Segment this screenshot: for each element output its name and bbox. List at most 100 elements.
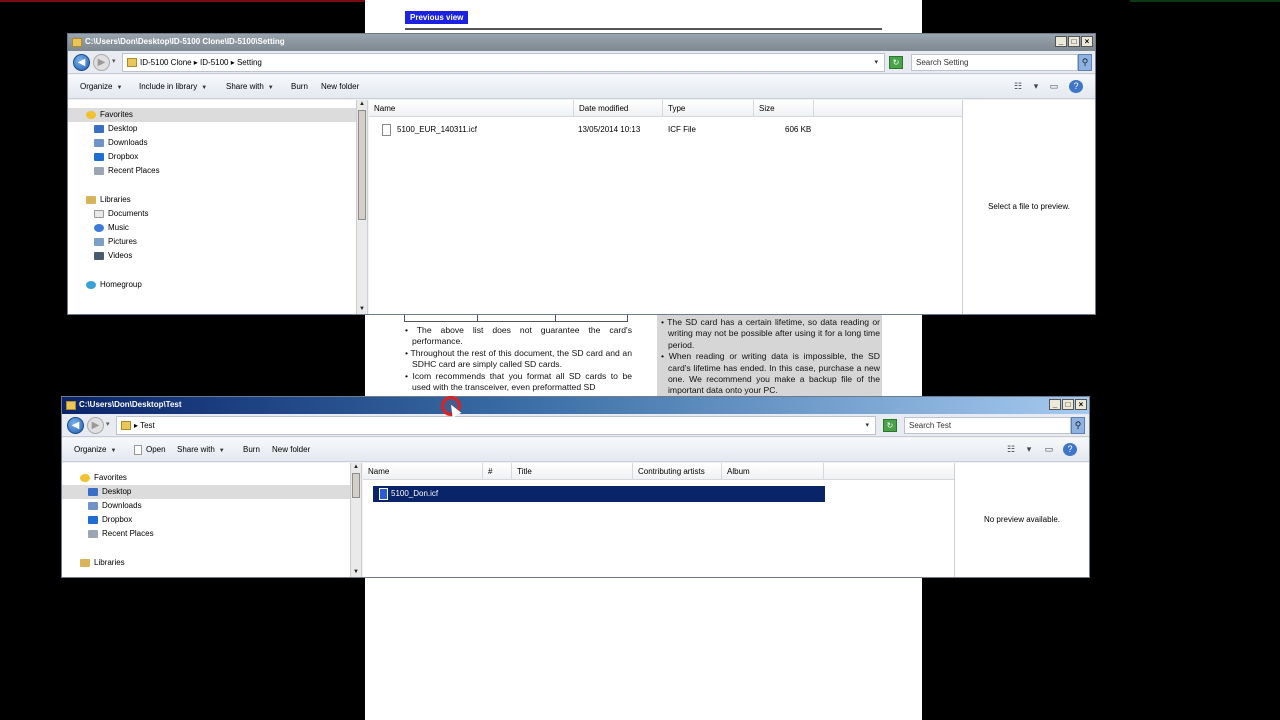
search-icon[interactable]: ⚲	[1078, 54, 1092, 71]
forward-button[interactable]: ▶	[87, 417, 104, 434]
address-bar[interactable]: ID-5100 Clone ▸ ID-5100 ▸ Setting ▾	[122, 53, 885, 72]
new-folder-button[interactable]: New folder	[321, 75, 359, 99]
back-button[interactable]: ◀	[67, 417, 84, 434]
preview-message: No preview available.	[983, 515, 1061, 524]
include-in-library-button[interactable]: Include in library ▼	[139, 75, 207, 99]
burn-button[interactable]: Burn	[243, 438, 260, 462]
view-options-icon[interactable]: ☷	[1004, 443, 1018, 456]
column-album[interactable]: Album	[722, 463, 824, 480]
address-path: ▸ Test	[134, 421, 155, 430]
nav-scrollbar[interactable]: ▲ ▼	[350, 463, 361, 577]
recent-pages-dropdown[interactable]: ▾	[112, 57, 116, 65]
nav-desktop[interactable]: Desktop	[62, 485, 352, 499]
column-type[interactable]: Type	[663, 100, 754, 117]
title-bar[interactable]: C:\Users\Don\Desktop\Test _ □ ×	[62, 397, 1089, 414]
address-row: ◀ ▶ ▾ ▸ Test ▾ ↻ Search Test ⚲	[62, 414, 1089, 437]
scroll-thumb[interactable]	[358, 110, 366, 220]
explorer-window-setting[interactable]: C:\Users\Don\Desktop\ID-5100 Clone\ID-51…	[67, 33, 1096, 315]
search-icon[interactable]: ⚲	[1071, 417, 1085, 434]
close-button[interactable]: ×	[1081, 36, 1093, 47]
scroll-down-icon[interactable]: ▼	[357, 305, 367, 314]
pdf-left-column: • The above list does not guarantee the …	[404, 325, 632, 393]
forward-button[interactable]: ▶	[93, 54, 110, 71]
scroll-up-icon[interactable]: ▲	[357, 100, 367, 109]
nav-label: Favorites	[100, 110, 133, 119]
column-name[interactable]: Name	[369, 100, 574, 117]
file-type: ICF File	[668, 125, 696, 134]
screen: Previous view • The above list does not …	[0, 0, 1280, 720]
downloads-icon	[88, 502, 98, 510]
file-size: 606 KB	[785, 125, 812, 134]
navigation-pane: Favorites Desktop Downloads Dropbox Rece…	[68, 100, 368, 314]
share-label: Share with	[177, 445, 215, 454]
view-options-icon[interactable]: ☷	[1011, 80, 1025, 93]
open-button[interactable]: Open	[134, 438, 166, 462]
scroll-thumb[interactable]	[352, 473, 360, 498]
recent-pages-dropdown[interactable]: ▾	[106, 420, 110, 428]
preview-pane: No preview available.	[954, 463, 1089, 577]
top-strip	[1130, 0, 1280, 2]
file-date: 13/05/2014 10:13	[578, 125, 641, 134]
view-dropdown-icon[interactable]: ▾	[1029, 80, 1043, 93]
address-bar[interactable]: ▸ Test ▾	[116, 416, 876, 435]
nav-label: Desktop	[108, 124, 138, 133]
nav-label: Downloads	[108, 138, 148, 147]
organize-button[interactable]: Organize ▼	[74, 438, 116, 462]
help-icon[interactable]: ?	[1069, 80, 1083, 93]
navigation-pane: Favorites Desktop Downloads Dropbox Rece…	[62, 463, 362, 577]
command-bar: Organize ▼ Include in library ▼ Share with…	[68, 75, 1095, 99]
minimize-button[interactable]: _	[1049, 399, 1061, 410]
star-icon	[80, 474, 90, 482]
nav-label: Libraries	[94, 558, 125, 567]
dropbox-icon	[88, 516, 98, 524]
column-size[interactable]: Size	[754, 100, 814, 117]
column-title[interactable]: Title	[512, 463, 633, 480]
scroll-down-icon[interactable]: ▼	[351, 568, 361, 577]
search-input[interactable]: Search Setting	[911, 54, 1078, 71]
pdf-paragraph: • Throughout the rest of this document, …	[405, 347, 632, 370]
nav-scrollbar[interactable]: ▲ ▼	[356, 100, 367, 314]
previous-view-button[interactable]: Previous view	[405, 11, 469, 24]
title-bar[interactable]: C:\Users\Don\Desktop\ID-5100 Clone\ID-51…	[68, 34, 1095, 51]
column-contributing-artists[interactable]: Contributing artists	[633, 463, 722, 480]
scroll-up-icon[interactable]: ▲	[351, 463, 361, 472]
libraries-icon	[86, 196, 96, 204]
view-dropdown-icon[interactable]: ▾	[1022, 443, 1036, 456]
explorer-window-test[interactable]: C:\Users\Don\Desktop\Test _ □ × ◀ ▶ ▾ ▸ …	[61, 396, 1090, 578]
help-icon[interactable]: ?	[1063, 443, 1077, 456]
pdf-paragraph: • When reading or writing data is imposs…	[661, 351, 880, 396]
column-date-modified[interactable]: Date modified	[574, 100, 663, 117]
maximize-button[interactable]: □	[1068, 36, 1080, 47]
file-icon	[382, 124, 391, 136]
column-number[interactable]: #	[483, 463, 512, 480]
back-button[interactable]: ◀	[73, 54, 90, 71]
nav-favorites[interactable]: Favorites	[68, 108, 358, 122]
preview-pane-icon[interactable]: ▭	[1042, 443, 1056, 456]
nav-label: Videos	[108, 251, 133, 260]
preview-pane-icon[interactable]: ▭	[1047, 80, 1061, 93]
share-with-button[interactable]: Share with ▼	[177, 438, 225, 462]
documents-icon	[94, 210, 104, 218]
search-input[interactable]: Search Test	[904, 417, 1071, 434]
new-folder-button[interactable]: New folder	[272, 438, 310, 462]
file-row[interactable]: 5100_EUR_140311.icf 13/05/2014 10:13 ICF…	[374, 122, 814, 138]
address-dropdown[interactable]: ▾	[865, 417, 869, 434]
share-with-button[interactable]: Share with ▼	[226, 75, 274, 99]
window-title: C:\Users\Don\Desktop\ID-5100 Clone\ID-51…	[85, 37, 285, 46]
file-name: 5100_EUR_140311.icf	[397, 125, 477, 134]
close-button[interactable]: ×	[1075, 399, 1087, 410]
burn-button[interactable]: Burn	[291, 75, 308, 99]
column-name[interactable]: Name	[363, 463, 483, 480]
refresh-icon[interactable]: ↻	[883, 419, 897, 432]
maximize-button[interactable]: □	[1062, 399, 1074, 410]
nav-label: Desktop	[102, 487, 132, 496]
star-icon	[86, 111, 96, 119]
nav-label: Music	[108, 223, 129, 232]
file-row[interactable]: 5100_Don.icf	[373, 486, 825, 502]
organize-button[interactable]: Organize ▼	[80, 75, 122, 99]
refresh-icon[interactable]: ↻	[889, 56, 903, 69]
nav-label: Pictures	[108, 237, 137, 246]
nav-label: Documents	[108, 209, 149, 218]
address-dropdown[interactable]: ▾	[874, 54, 878, 71]
minimize-button[interactable]: _	[1055, 36, 1067, 47]
